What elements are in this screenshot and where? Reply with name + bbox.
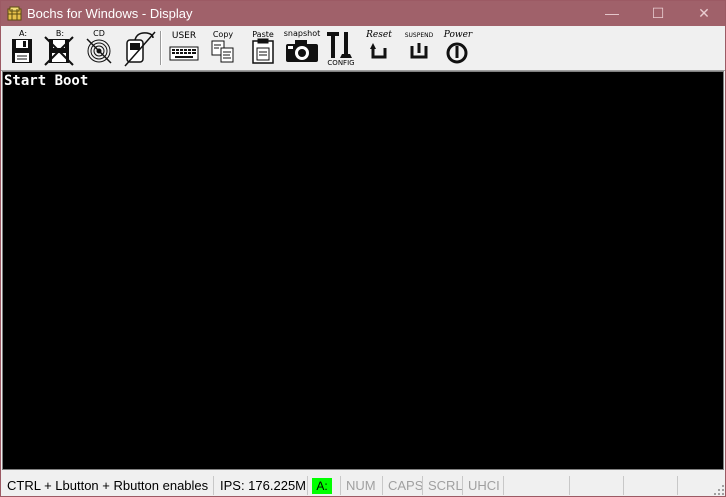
user-label: USER [172, 31, 196, 41]
mouse-disabled-icon [124, 31, 156, 67]
maximize-button[interactable]: ☐ [635, 1, 681, 26]
status-divider [462, 476, 463, 495]
uhci-indicator: UHCI [468, 478, 500, 493]
power-label: Power [443, 30, 473, 40]
status-divider [503, 476, 504, 495]
power-button[interactable]: Power [441, 28, 475, 68]
caps-lock-indicator: CAPS [388, 478, 424, 493]
cd-disabled-icon [86, 38, 112, 64]
resize-grip-icon[interactable] [713, 484, 725, 496]
floppy-a-label: A: [19, 29, 27, 38]
copy-button[interactable]: Copy [209, 28, 237, 68]
copy-label: Copy [213, 30, 234, 39]
title-bar[interactable]: Bochs for Windows - Display — ☐ ✕ [1, 1, 725, 26]
snapshot-button[interactable]: snapshot [283, 28, 321, 68]
suspend-button[interactable]: SUSPEND [401, 28, 437, 68]
status-bar: CTRL + Lbutton + Rbutton enables IPS: 17… [1, 474, 725, 496]
paste-button[interactable]: Paste [249, 28, 277, 68]
floppy-b-button[interactable]: B: [43, 28, 77, 68]
reset-label: Reset [365, 30, 392, 40]
paste-icon [252, 38, 274, 64]
bochs-window: Bochs for Windows - Display — ☐ ✕ A: B: … [0, 0, 726, 497]
status-divider [569, 476, 570, 495]
floppy-b-label: B: [56, 29, 64, 38]
close-button[interactable]: ✕ [681, 1, 726, 26]
keyboard-icon [169, 46, 199, 61]
drive-a-indicator: A: [312, 478, 332, 494]
mouse-capture-button[interactable] [121, 28, 157, 68]
status-divider [422, 476, 423, 495]
config-tools-icon [327, 32, 352, 58]
cdrom-button[interactable]: CD [81, 28, 117, 68]
status-divider [307, 476, 308, 495]
config-button[interactable]: CONFIG [325, 28, 357, 68]
power-icon [446, 42, 468, 64]
window-title: Bochs for Windows - Display [27, 6, 193, 21]
floppy-icon [12, 39, 32, 63]
suspend-icon [410, 43, 428, 59]
mouse-hint-text: CTRL + Lbutton + Rbutton enables [7, 478, 209, 493]
config-label: CONFIG [327, 59, 354, 67]
status-divider [623, 476, 624, 495]
reset-button[interactable]: Reset [363, 28, 395, 68]
status-divider [340, 476, 341, 495]
scroll-lock-indicator: SCRL [428, 478, 463, 493]
toolbar: A: B: CD USER Copy Paste snapshot CONFIG… [1, 26, 725, 71]
snapshot-label: snapshot [284, 29, 321, 38]
num-lock-indicator: NUM [346, 478, 376, 493]
emulator-display[interactable]: Start Boot [2, 71, 724, 470]
minimize-button[interactable]: — [589, 1, 635, 26]
cdrom-label: CD [93, 29, 105, 38]
console-text: Start Boot [4, 73, 89, 89]
reset-arrow-icon [370, 43, 387, 59]
status-divider [382, 476, 383, 495]
user-button[interactable]: USER [167, 28, 201, 68]
suspend-label: SUSPEND [405, 32, 434, 39]
copy-icon [211, 40, 234, 63]
floppy-a-button[interactable]: A: [7, 28, 39, 68]
status-divider [677, 476, 678, 495]
floppy-disabled-icon [44, 36, 74, 66]
status-divider [213, 476, 214, 495]
toolbar-separator [160, 31, 162, 65]
bochs-app-icon [7, 6, 22, 21]
paste-label: Paste [252, 30, 274, 39]
camera-icon [286, 40, 318, 62]
ips-counter: IPS: 176.225M [220, 478, 306, 493]
